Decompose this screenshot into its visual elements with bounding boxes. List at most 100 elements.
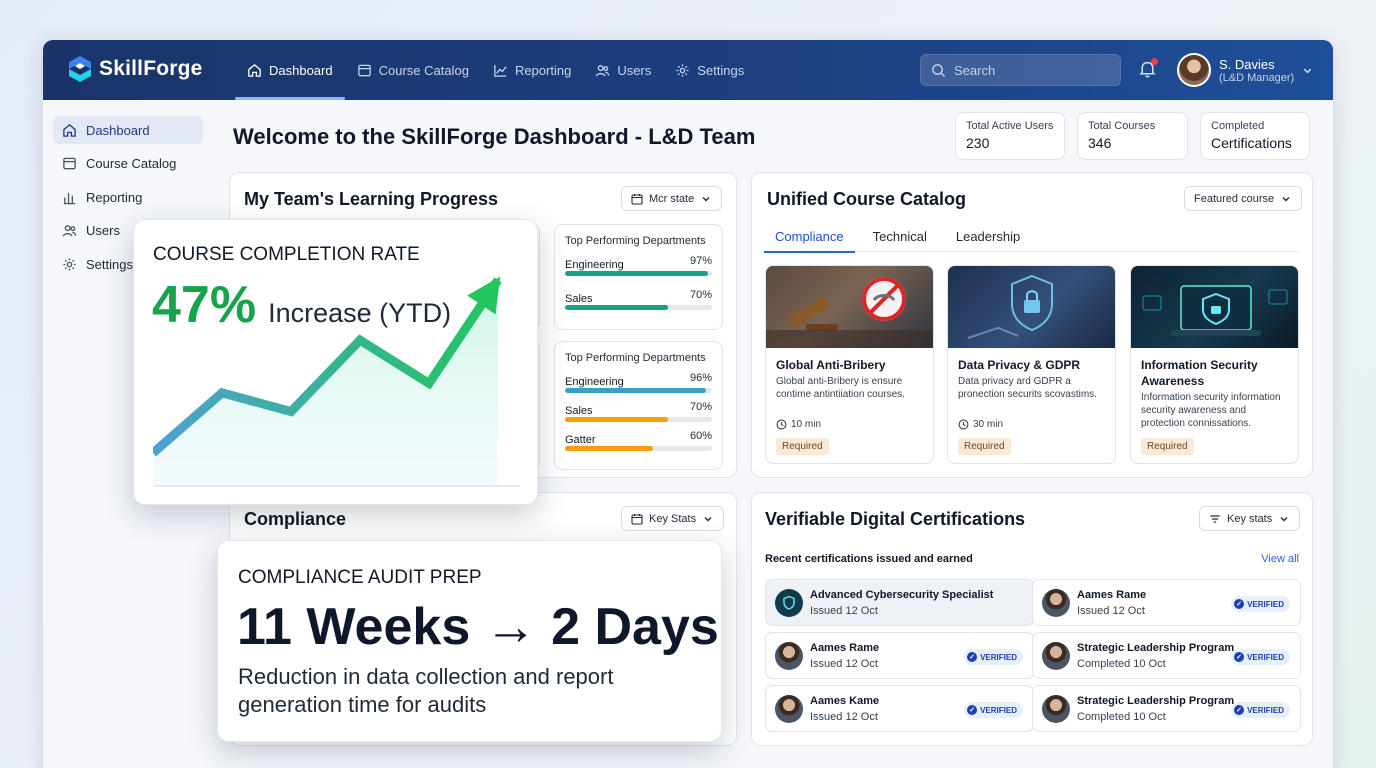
nav-dashboard[interactable]: Dashboard bbox=[235, 40, 345, 100]
search-input[interactable]: Search bbox=[920, 54, 1121, 86]
dropdown-value: Featured course bbox=[1194, 192, 1275, 205]
check-icon: ✓ bbox=[967, 705, 978, 715]
progress-track bbox=[565, 446, 712, 451]
required-badge: Required bbox=[776, 438, 829, 455]
cert-item[interactable]: Aames Rame Issued 12 Oct ✓ VERIFIED bbox=[765, 632, 1034, 679]
cert-item[interactable]: Aames Kame Issued 12 Oct ✓ VERIFIED bbox=[765, 685, 1034, 732]
catalog-filter-dropdown[interactable]: Featured course bbox=[1184, 186, 1303, 211]
department-percent: 70% bbox=[689, 401, 712, 413]
dropdown-value: Key stats bbox=[1227, 512, 1273, 525]
progress-fill bbox=[565, 446, 654, 451]
avatar bbox=[1042, 695, 1070, 723]
department-name: Sales bbox=[565, 293, 593, 305]
chevron-down-icon bbox=[1303, 68, 1312, 73]
tab-leadership[interactable]: Leadership bbox=[945, 226, 1031, 252]
sidebar-item-label: Dashboard bbox=[86, 122, 150, 138]
compliance-filter-dropdown[interactable]: Key Stats bbox=[621, 506, 725, 531]
course-description: Global anti-Bribery is ensure contime an… bbox=[776, 376, 905, 400]
nav-settings[interactable]: Settings bbox=[663, 40, 756, 100]
nav-users[interactable]: Users bbox=[583, 40, 663, 100]
department-row: Engineering 97% bbox=[565, 255, 712, 282]
sidebar-item-label: Course Catalog bbox=[86, 156, 177, 171]
department-percent: 70% bbox=[689, 289, 712, 301]
nav-label: Course Catalog bbox=[378, 62, 469, 78]
course-card-data-privacy[interactable]: Data Privacy & GDPR Data privacy ard GDP… bbox=[947, 265, 1116, 464]
top-departments-panel: Top Performing Departments Engineering 9… bbox=[554, 341, 723, 470]
stat-label: Completed bbox=[1211, 120, 1265, 132]
nav-label: Dashboard bbox=[269, 62, 333, 78]
verified-label: VERIFIED bbox=[1247, 652, 1284, 662]
department-percent: 97% bbox=[689, 255, 712, 267]
course-description: Data privacy ard GDPR a pronection secur… bbox=[958, 376, 1097, 400]
calendar-icon bbox=[631, 513, 643, 525]
tab-compliance[interactable]: Compliance bbox=[764, 226, 855, 253]
department-row: Sales 70% bbox=[565, 289, 712, 316]
users-icon bbox=[62, 225, 77, 237]
calendar-icon bbox=[631, 193, 643, 205]
clock-icon bbox=[958, 419, 969, 430]
course-title: Global Anti-Bribery bbox=[776, 358, 886, 372]
nav-reporting[interactable]: Reporting bbox=[481, 40, 583, 100]
search-icon bbox=[932, 63, 946, 77]
view-all-link[interactable]: View all bbox=[1261, 553, 1299, 565]
check-icon: ✓ bbox=[967, 652, 978, 662]
main-nav: Dashboard Course Catalog Reporting Users… bbox=[235, 40, 756, 100]
audit-description: Reduction in data collection and report … bbox=[238, 664, 614, 717]
cert-title: Strategic Leadership Program bbox=[1077, 642, 1235, 654]
certs-filter-dropdown[interactable]: Key stats bbox=[1199, 506, 1301, 531]
cert-item[interactable]: Aames Rame Issued 12 Oct ✓ VERIFIED bbox=[1032, 579, 1301, 626]
cert-title: Aames Kame bbox=[810, 695, 880, 707]
course-card-anti-bribery[interactable]: Global Anti-Bribery Global anti-Bribery … bbox=[765, 265, 934, 464]
sidebar-item-course-catalog[interactable]: Course Catalog bbox=[53, 150, 203, 178]
progress-filter-dropdown[interactable]: Mcr state bbox=[621, 186, 723, 211]
dropdown-value: Mcr state bbox=[649, 192, 695, 205]
tab-technical[interactable]: Technical bbox=[862, 226, 938, 252]
chart-icon bbox=[494, 64, 507, 77]
avatar bbox=[775, 695, 803, 723]
course-duration: 10 min bbox=[776, 419, 821, 430]
sidebar-item-dashboard[interactable]: Dashboard bbox=[53, 116, 203, 144]
cert-item[interactable]: Advanced Cybersecurity Specialist Issued… bbox=[765, 579, 1034, 626]
cert-title: Advanced Cybersecurity Specialist bbox=[810, 589, 994, 601]
shield-badge-icon bbox=[775, 589, 803, 617]
progress-track bbox=[565, 388, 712, 393]
nav-course-catalog[interactable]: Course Catalog bbox=[345, 40, 481, 100]
stat-label: Total Courses bbox=[1088, 120, 1156, 132]
panel-title: Top Performing Departments bbox=[565, 352, 706, 364]
progress-fill bbox=[565, 305, 668, 310]
logo[interactable]: SkillForge bbox=[68, 55, 203, 83]
sidebar-item-label: Reporting bbox=[86, 189, 143, 205]
cert-subtitle: Completed 10 Oct bbox=[1077, 711, 1166, 723]
course-duration: 30 min bbox=[958, 419, 1003, 430]
gear-icon bbox=[676, 63, 689, 77]
cert-subtitle: Issued 12 Oct bbox=[810, 711, 878, 723]
course-description: Information security information securit… bbox=[1141, 392, 1281, 429]
stat-value: 230 bbox=[966, 135, 990, 151]
cert-subtitle: Issued 12 Oct bbox=[810, 658, 878, 670]
top-departments-panel: Top Performing Departments Engineering 9… bbox=[554, 224, 723, 330]
gear-icon bbox=[63, 257, 76, 271]
audit-prep-callout: COMPLIANCE AUDIT PREP 11 Weeks → 2 Days … bbox=[217, 540, 722, 742]
clock-icon bbox=[776, 419, 787, 430]
sidebar-item-reporting[interactable]: Reporting bbox=[53, 183, 203, 211]
cert-subtitle: Issued 12 Oct bbox=[1077, 605, 1145, 617]
department-name: Gatter bbox=[565, 434, 596, 446]
card-title: Verifiable Digital Certifications bbox=[765, 509, 1026, 529]
avatar bbox=[1042, 642, 1070, 670]
notifications-button[interactable] bbox=[1139, 58, 1158, 83]
cert-item[interactable]: Strategic Leadership Program Completed 1… bbox=[1032, 632, 1301, 679]
stat-value: 346 bbox=[1088, 135, 1112, 151]
department-percent: 96% bbox=[689, 372, 712, 384]
verified-label: VERIFIED bbox=[980, 705, 1017, 715]
cert-subtitle: Completed 10 Oct bbox=[1077, 658, 1166, 670]
catalog-icon bbox=[63, 157, 76, 170]
department-row: Engineering 96% bbox=[565, 372, 712, 399]
duration-text: 30 min bbox=[973, 419, 1004, 430]
course-card-information-security[interactable]: Information Security Awareness Informati… bbox=[1130, 265, 1299, 464]
app-name: SkillForge bbox=[99, 57, 203, 80]
card-title: My Team's Learning Progress bbox=[244, 189, 499, 209]
nav-label: Settings bbox=[697, 62, 745, 78]
home-icon bbox=[248, 63, 261, 77]
user-menu[interactable]: S. Davies (L&D Manager) bbox=[1177, 53, 1313, 87]
cert-item[interactable]: Strategic Leadership Program Completed 1… bbox=[1032, 685, 1301, 732]
